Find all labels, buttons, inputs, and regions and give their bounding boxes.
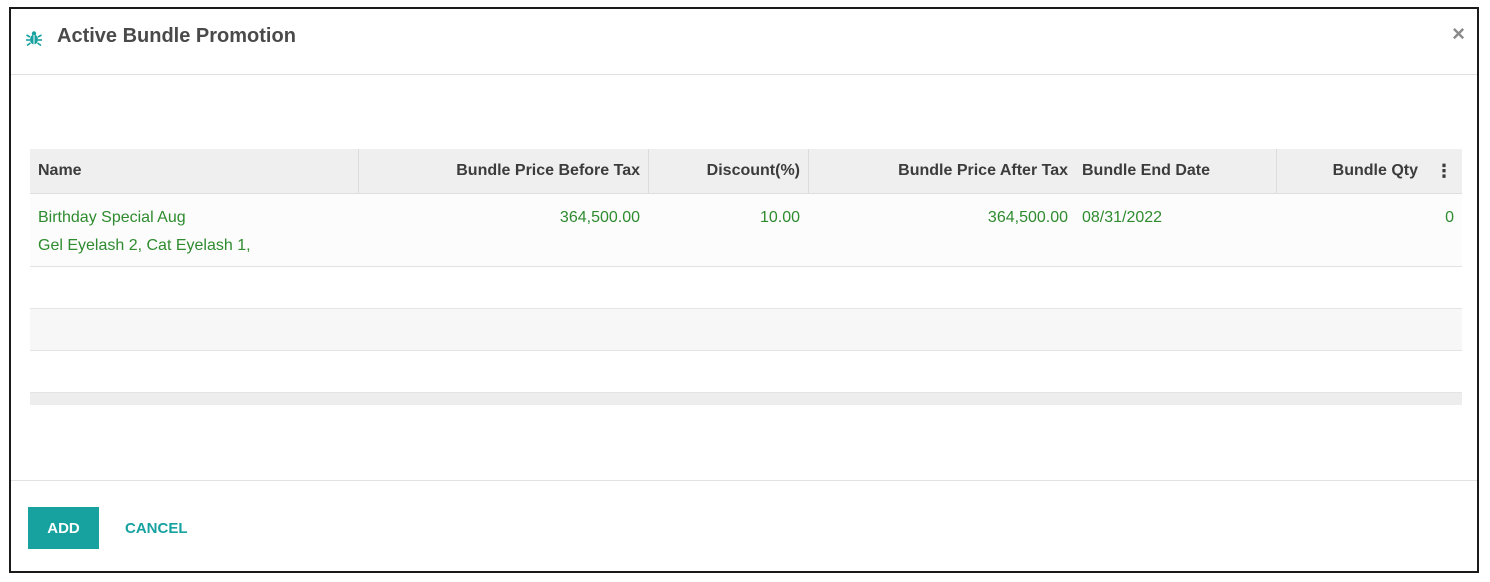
row-discount: 10.00 [759,209,800,226]
column-header-price-before-tax[interactable]: Bundle Price Before Tax [358,149,648,193]
column-header-discount[interactable]: Discount(%) [648,149,808,193]
empty-row [30,267,1462,309]
table-row[interactable]: Birthday Special Aug Gel Eyelash 2, Cat … [30,194,1462,267]
grid-header-row: Name Bundle Price Before Tax Discount(%)… [30,149,1462,194]
add-button[interactable]: ADD [28,507,99,549]
column-header-name[interactable]: Name [30,149,358,193]
bundle-grid: Name Bundle Price Before Tax Discount(%)… [30,149,1462,405]
column-header-price-after-tax[interactable]: Bundle Price After Tax [808,149,1076,193]
empty-row [30,309,1462,351]
bundle-name: Birthday Special Aug [38,209,186,226]
row-price-before-tax: 364,500.00 [559,209,640,226]
column-header-end-date[interactable]: Bundle End Date [1076,149,1276,193]
row-qty: 0 [1445,209,1454,226]
bundle-promotion-dialog: Active Bundle Promotion × Name Bundle Pr… [9,7,1479,573]
column-menu-icon[interactable]: ⋮ [1426,149,1462,193]
row-price-after-tax: 364,500.00 [987,209,1068,226]
column-header-qty[interactable]: Bundle Qty [1276,149,1426,193]
dialog-title: Active Bundle Promotion [57,25,296,47]
row-name-cell: Birthday Special Aug Gel Eyelash 2, Cat … [38,204,358,260]
cancel-button[interactable]: CANCEL [119,507,194,549]
row-end-date: 08/31/2022 [1082,209,1163,226]
bug-icon [26,31,42,47]
close-icon[interactable]: × [1452,23,1465,45]
dialog-footer: ADD CANCEL [11,480,1477,573]
bundle-items: Gel Eyelash 2, Cat Eyelash 1, [38,237,251,254]
empty-row [30,351,1462,393]
horizontal-scrollbar[interactable] [30,393,1462,405]
dialog-header: Active Bundle Promotion × [11,9,1477,75]
